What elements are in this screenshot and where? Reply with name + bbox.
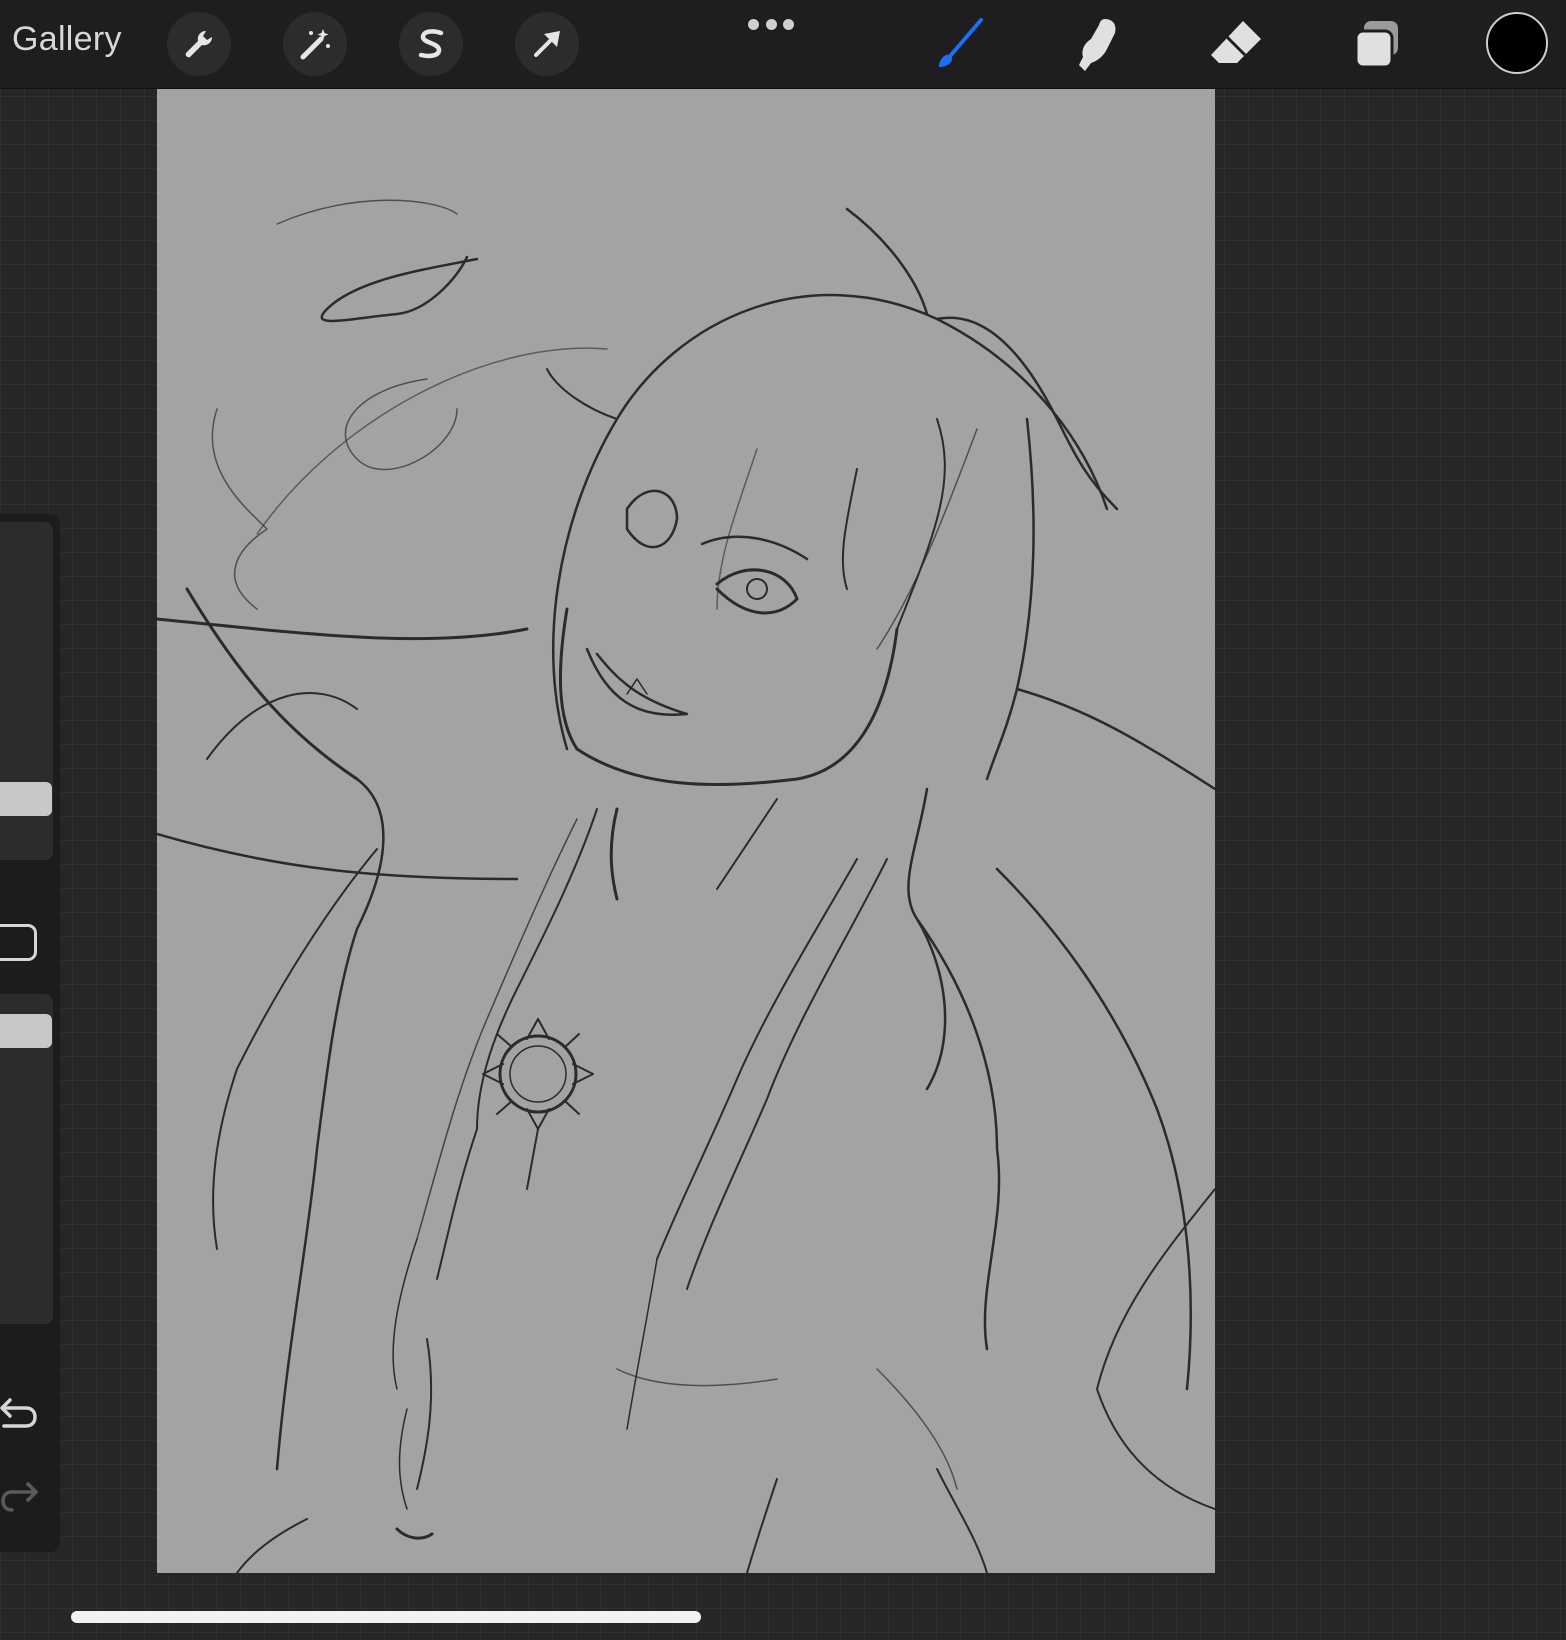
more-dots-icon[interactable] [748,14,794,34]
layers-button[interactable] [1347,14,1407,74]
top-toolbar: Gallery [0,0,1566,89]
wrench-icon [185,30,213,58]
eraser-button[interactable] [1206,14,1266,74]
eraser-icon [1211,21,1261,63]
brush-opacity-slider[interactable] [0,994,53,1324]
undo-arrow-icon [0,1398,37,1428]
actions-button[interactable] [167,12,231,76]
left-sidebar [0,514,60,1552]
brush-button[interactable] [928,14,988,74]
selection-s-icon [418,29,444,59]
gallery-button[interactable]: Gallery [12,20,122,59]
redo-button[interactable] [0,1476,42,1516]
brush-opacity-thumb[interactable] [0,1014,52,1048]
layers-icon [1354,21,1398,69]
smudge-button[interactable] [1066,14,1126,74]
modify-button[interactable] [0,924,37,961]
home-indicator[interactable] [71,1611,701,1623]
magic-wand-icon [300,29,330,60]
adjustments-button[interactable] [283,12,347,76]
arrow-cursor-icon [534,31,560,57]
redo-arrow-icon [1,1482,38,1512]
sketch-drawing [157,199,1215,1573]
brush-icon [939,18,983,67]
brush-size-slider[interactable] [0,522,53,860]
drawing-canvas[interactable] [157,89,1215,1573]
color-picker-button[interactable] [1486,12,1548,74]
undo-button[interactable] [0,1392,42,1432]
brush-size-thumb[interactable] [0,782,52,816]
selection-button[interactable] [399,12,463,76]
smudge-finger-icon [1079,19,1116,71]
transform-button[interactable] [515,12,579,76]
